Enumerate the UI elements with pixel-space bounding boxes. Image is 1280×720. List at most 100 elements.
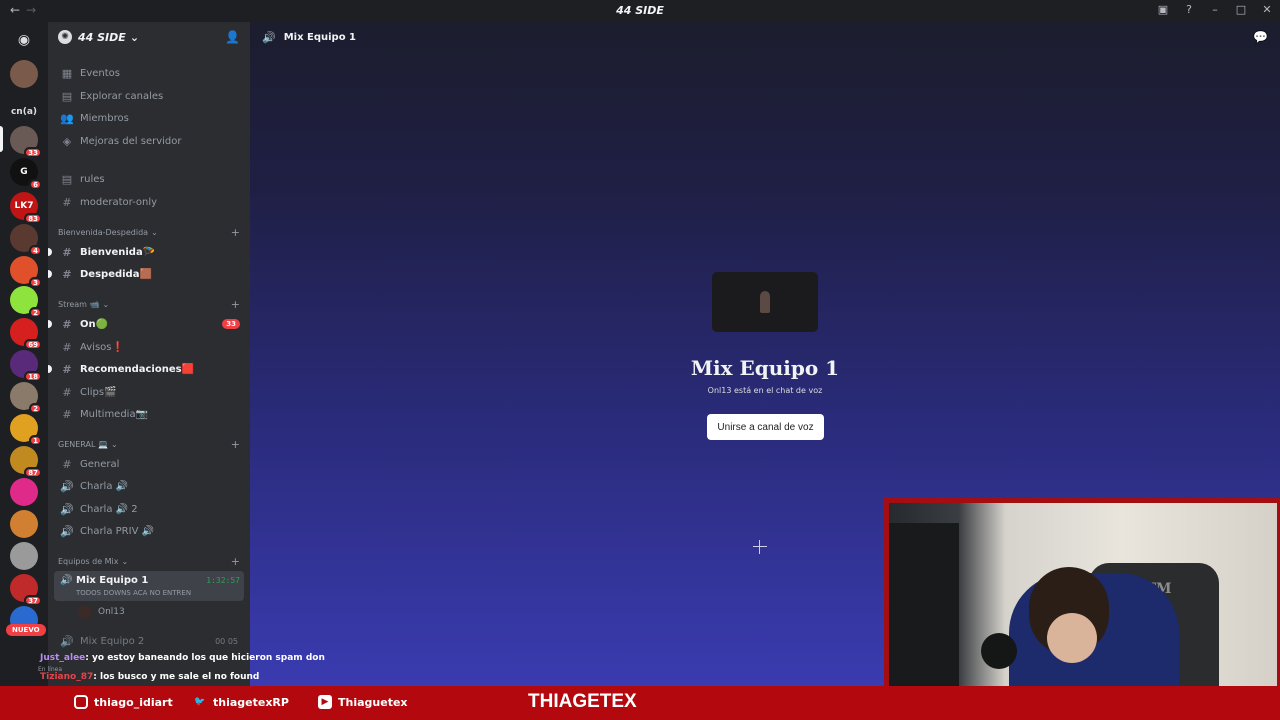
discord-home-icon[interactable]: ◉ <box>10 26 38 54</box>
server-icon[interactable]: 37 <box>10 574 42 606</box>
category-equipos[interactable]: Equipos de Mix ⌄ + <box>58 555 244 568</box>
mention-badge: 37 <box>24 595 42 606</box>
channel-sidebar: ✺ 44 SIDE ⌄ 👤 ▦ Eventos ▤ Explorar canales… <box>48 22 250 686</box>
channel-moderator-only[interactable]: # moderator-only <box>56 192 244 212</box>
server-icon[interactable]: 18 <box>10 350 42 382</box>
chat-message: Just_alee: yo estoy baneando los que hic… <box>40 653 325 663</box>
mention-badge: 2 <box>29 403 42 414</box>
channel-label: Avisos❗ <box>80 341 124 353</box>
server-name: 44 SIDE <box>78 30 126 44</box>
server-icon[interactable] <box>10 478 38 506</box>
server-header[interactable]: ✺ 44 SIDE ⌄ 👤 <box>48 22 250 52</box>
add-channel-icon[interactable]: + <box>231 226 240 239</box>
stream-social-bar: thiago_idiart 🐦 thiagetexRP ▶ Thiaguetex T… <box>0 686 1280 720</box>
channel-label: Multimedia📷 <box>80 408 149 420</box>
category-label: Bienvenida-Despedida <box>58 228 149 237</box>
server-icon[interactable]: 69 <box>10 318 42 350</box>
maximize-icon[interactable]: □ <box>1234 3 1248 16</box>
server-icon[interactable]: 2 <box>10 286 42 318</box>
server-icon[interactable] <box>10 510 38 538</box>
channel-label: On🟢 <box>80 318 109 330</box>
channel-on[interactable]: # On🟢 33 <box>48 314 244 334</box>
hash-icon: # <box>62 407 72 421</box>
menu-mejoras[interactable]: ◈ Mejoras del servidor <box>56 131 244 151</box>
join-voice-button[interactable]: Unirse a canal de voz <box>707 414 824 440</box>
speaker-icon: 🔊 <box>60 479 74 493</box>
hash-icon: # <box>62 267 72 281</box>
selected-server-indicator <box>0 126 3 152</box>
channel-avisos[interactable]: # Avisos❗ <box>56 337 244 357</box>
inbox-icon[interactable]: ▣ <box>1156 3 1170 16</box>
server-icon[interactable]: 1 <box>10 414 42 446</box>
minimize-icon[interactable]: – <box>1208 3 1222 16</box>
chevron-down-icon: ⌄ <box>102 300 110 309</box>
server-label: cn(a) <box>10 107 38 117</box>
microphone-icon <box>981 633 1017 669</box>
voice-channel-charla-2[interactable]: 🔊 Charla 🔊 2 <box>56 499 244 519</box>
title-bar: ←→ 44 SIDE ▣ ? – □ ✕ <box>0 0 1280 22</box>
server-icon[interactable]: 87 <box>10 446 42 478</box>
voice-channel-mix-equipo-2[interactable]: 🔊 Mix Equipo 2 00 05 <box>56 631 244 651</box>
server-icon: ✺ <box>58 30 72 44</box>
hash-icon: # <box>62 385 72 399</box>
add-channel-icon[interactable]: + <box>231 555 240 568</box>
mention-badge: 87 <box>24 467 42 478</box>
hash-icon: # <box>62 195 72 209</box>
menu-eventos[interactable]: ▦ Eventos <box>56 63 244 83</box>
server-icon[interactable] <box>10 542 38 570</box>
speaker-icon: 🔊 <box>262 30 276 44</box>
channel-label: Mix Equipo 2 <box>80 635 145 647</box>
add-channel-icon[interactable]: + <box>231 438 240 451</box>
browse-icon: ▤ <box>61 89 73 103</box>
channel-bienvenida[interactable]: # Bienvenida🪂 <box>48 242 244 262</box>
chat-text: : yo estoy baneando los que hicieron spa… <box>85 653 325 663</box>
channel-recomendaciones[interactable]: # Recomendaciones🟥 <box>48 359 244 379</box>
chat-text: : los busco y me sale el no found <box>93 672 260 682</box>
mention-badge: 33 <box>222 319 240 329</box>
category-bienvenida[interactable]: Bienvenida-Despedida ⌄ + <box>58 226 244 239</box>
voice-channel-charla[interactable]: 🔊 Charla 🔊 <box>56 476 244 496</box>
stream-chat-overlay: Just_alee: yo estoy baneando los que hic… <box>0 650 340 686</box>
mention-badge: 1 <box>29 435 42 446</box>
chat-bubble-icon[interactable]: 💬 <box>1253 30 1268 44</box>
server-icon[interactable]: G6 <box>10 158 42 190</box>
add-channel-icon[interactable]: + <box>231 298 240 311</box>
channel-multimedia[interactable]: # Multimedia📷 <box>56 404 244 424</box>
server-icon[interactable]: LK7 83 <box>10 192 42 224</box>
voice-preview <box>712 272 818 332</box>
channel-label: Clips🎬 <box>80 386 117 398</box>
menu-miembros[interactable]: 👥 Miembros <box>56 108 244 128</box>
server-icon[interactable]: 3 <box>10 256 42 288</box>
server-icon[interactable]: cn(a) <box>10 98 38 126</box>
category-stream[interactable]: Stream 📹 ⌄ + <box>58 298 244 311</box>
calendar-icon: ▦ <box>61 66 73 80</box>
server-label: G <box>20 167 28 177</box>
channel-title: Mix Equipo 1 <box>283 31 357 43</box>
mention-badge: 18 <box>24 371 42 382</box>
channel-rules[interactable]: ▤ rules <box>56 169 244 189</box>
channel-label: Charla 🔊 <box>80 480 129 492</box>
help-icon[interactable]: ? <box>1182 3 1196 16</box>
channel-general[interactable]: # General <box>56 454 244 474</box>
add-member-icon[interactable]: 👤 <box>225 30 240 44</box>
channel-label: Despedida🟫 <box>80 268 152 280</box>
menu-explorar[interactable]: ▤ Explorar canales <box>56 86 244 106</box>
channel-despedida[interactable]: # Despedida🟫 <box>48 264 244 284</box>
voice-channel-charla-priv[interactable]: 🔊 Charla PRIV 🔊 <box>56 521 244 541</box>
voice-channel-mix-equipo-1[interactable]: 🔊 Mix Equipo 1 1:32:57 TODOS DOWNS ACA N… <box>54 571 244 601</box>
chat-user: Tiziano_87 <box>40 672 94 682</box>
server-icon[interactable]: 2 <box>10 382 42 414</box>
window-title: 44 SIDE <box>616 4 664 17</box>
category-general[interactable]: GENERAL 💻 ⌄ + <box>58 438 244 451</box>
server-icon[interactable] <box>10 60 38 88</box>
close-icon[interactable]: ✕ <box>1260 3 1274 16</box>
chevron-down-icon: ⌄ <box>121 557 129 566</box>
voice-user-name: Onl13 <box>98 607 125 617</box>
server-icon[interactable]: 4 <box>10 224 42 256</box>
channel-clips[interactable]: # Clips🎬 <box>56 382 244 402</box>
server-label: LK7 <box>14 201 34 211</box>
voice-user[interactable]: Onl13 <box>78 605 125 619</box>
hash-icon: # <box>62 457 72 471</box>
server-list: ◉ cn(a) 33 G 6 LK7 83 4 3 2 69 18 2 1 87 37 <box>0 22 48 686</box>
server-icon[interactable]: 33 <box>10 126 42 158</box>
